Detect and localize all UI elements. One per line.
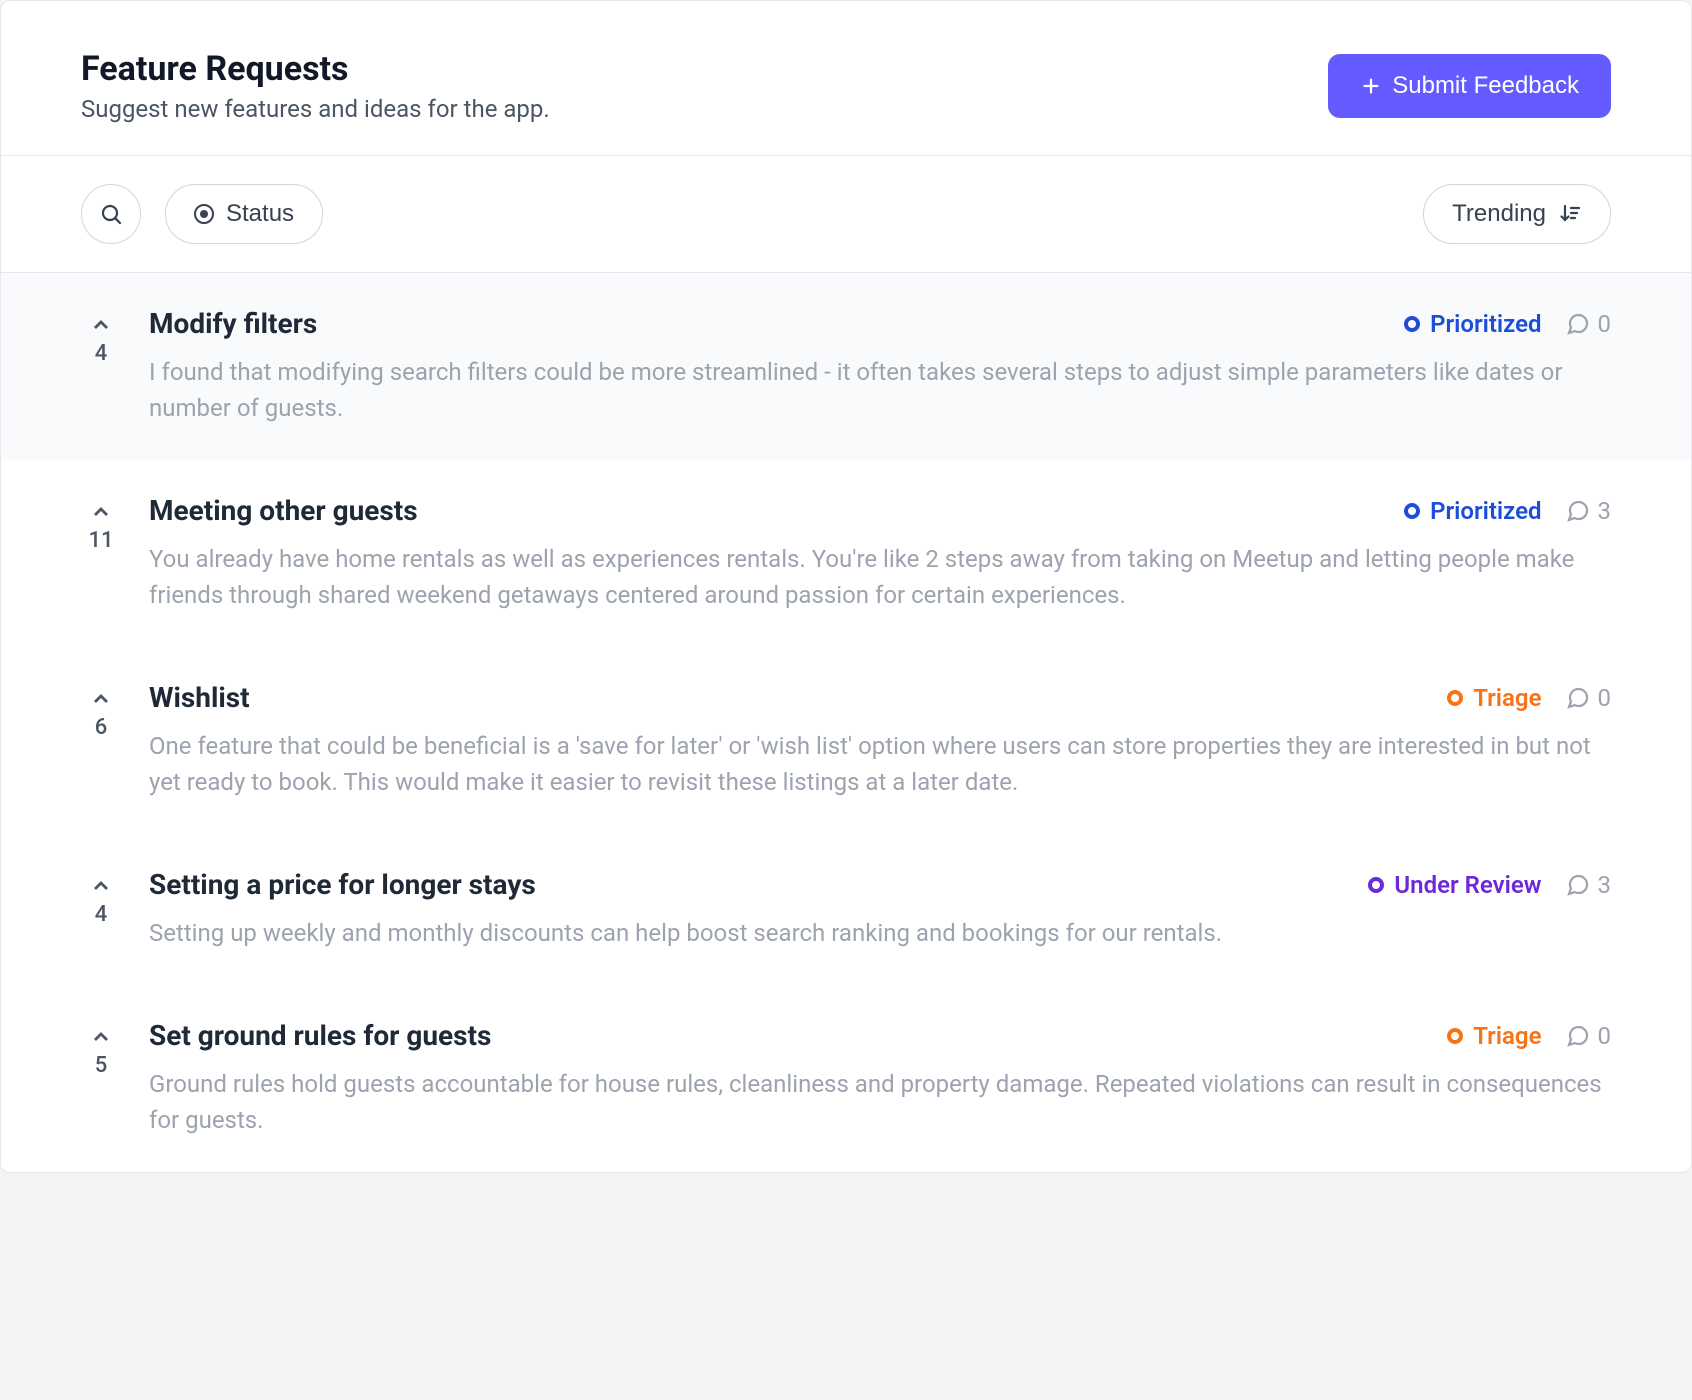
comments-count: 0 bbox=[1598, 684, 1612, 712]
item-content: Meeting other guests Prioritized 3 You alre… bbox=[149, 494, 1611, 613]
upvote-icon[interactable] bbox=[89, 1025, 113, 1049]
feature-request-item[interactable]: 4 Modify filters Prioritized 0 I found that … bbox=[1, 273, 1691, 460]
feature-request-item[interactable]: 11 Meeting other guests Prioritized 3 You al… bbox=[1, 460, 1691, 647]
item-meta: Prioritized 0 bbox=[1404, 310, 1611, 338]
page-title: Feature Requests bbox=[81, 49, 550, 89]
item-meta: Prioritized 3 bbox=[1404, 497, 1611, 525]
comments-count: 0 bbox=[1598, 310, 1612, 338]
item-title: Set ground rules for guests bbox=[149, 1019, 491, 1052]
vote-count: 4 bbox=[95, 902, 108, 927]
item-top-row: Modify filters Prioritized 0 bbox=[149, 307, 1611, 340]
item-description: One feature that could be beneficial is … bbox=[149, 728, 1611, 800]
status-label: Prioritized bbox=[1430, 310, 1541, 338]
comments-count: 0 bbox=[1598, 1022, 1612, 1050]
status-label: Under Review bbox=[1394, 871, 1541, 899]
item-top-row: Setting a price for longer stays Under Re… bbox=[149, 868, 1611, 901]
toolbar-left: Status bbox=[81, 184, 323, 244]
vote-count: 4 bbox=[95, 341, 108, 366]
item-top-row: Wishlist Triage 0 bbox=[149, 681, 1611, 714]
item-description: You already have home rentals as well as… bbox=[149, 541, 1611, 613]
item-title: Wishlist bbox=[149, 681, 250, 714]
header-text: Feature Requests Suggest new features an… bbox=[81, 49, 550, 123]
comments-link[interactable]: 3 bbox=[1566, 497, 1612, 525]
status-filter-button[interactable]: Status bbox=[165, 184, 323, 244]
sort-desc-icon bbox=[1558, 202, 1582, 226]
upvote-icon[interactable] bbox=[89, 687, 113, 711]
vote-column: 4 bbox=[81, 868, 121, 951]
comment-icon bbox=[1566, 873, 1590, 897]
upvote-icon[interactable] bbox=[89, 313, 113, 337]
upvote-icon[interactable] bbox=[89, 500, 113, 524]
vote-column: 11 bbox=[81, 494, 121, 613]
item-content: Modify filters Prioritized 0 I found that m… bbox=[149, 307, 1611, 426]
status-badge: Prioritized bbox=[1404, 310, 1541, 338]
upvote-icon[interactable] bbox=[89, 874, 113, 898]
comments-link[interactable]: 3 bbox=[1566, 871, 1612, 899]
status-dot-icon bbox=[1447, 1028, 1463, 1044]
status-filter-label: Status bbox=[226, 200, 294, 228]
header-row: Feature Requests Suggest new features an… bbox=[1, 1, 1691, 155]
item-content: Setting a price for longer stays Under Re… bbox=[149, 868, 1611, 951]
page-subtitle: Suggest new features and ideas for the a… bbox=[81, 95, 550, 123]
status-dot-icon bbox=[1404, 316, 1420, 332]
vote-count: 5 bbox=[95, 1053, 108, 1078]
search-button[interactable] bbox=[81, 184, 141, 244]
item-title: Modify filters bbox=[149, 307, 317, 340]
submit-feedback-label: Submit Feedback bbox=[1392, 72, 1579, 100]
vote-column: 6 bbox=[81, 681, 121, 800]
item-meta: Triage 0 bbox=[1447, 684, 1611, 712]
status-badge: Triage bbox=[1447, 684, 1541, 712]
status-dot-icon bbox=[1404, 503, 1420, 519]
submit-feedback-button[interactable]: Submit Feedback bbox=[1328, 54, 1611, 118]
comment-icon bbox=[1566, 312, 1590, 336]
feature-requests-panel: Feature Requests Suggest new features an… bbox=[0, 0, 1692, 1173]
vote-column: 5 bbox=[81, 1019, 121, 1138]
item-top-row: Meeting other guests Prioritized 3 bbox=[149, 494, 1611, 527]
item-title: Meeting other guests bbox=[149, 494, 418, 527]
sort-label: Trending bbox=[1452, 200, 1546, 228]
vote-count: 11 bbox=[88, 528, 113, 553]
status-dot-icon bbox=[1368, 877, 1384, 893]
item-content: Set ground rules for guests Triage 0 Ground… bbox=[149, 1019, 1611, 1138]
vote-column: 4 bbox=[81, 307, 121, 426]
item-content: Wishlist Triage 0 One feature that could be… bbox=[149, 681, 1611, 800]
sort-button[interactable]: Trending bbox=[1423, 184, 1611, 244]
status-label: Triage bbox=[1473, 1022, 1541, 1050]
item-description: Setting up weekly and monthly discounts … bbox=[149, 915, 1611, 951]
comments-link[interactable]: 0 bbox=[1566, 684, 1612, 712]
comments-count: 3 bbox=[1598, 497, 1612, 525]
comment-icon bbox=[1566, 499, 1590, 523]
feature-request-item[interactable]: 4 Setting a price for longer stays Under R… bbox=[1, 834, 1691, 985]
vote-count: 6 bbox=[95, 715, 108, 740]
comments-link[interactable]: 0 bbox=[1566, 310, 1612, 338]
status-label: Prioritized bbox=[1430, 497, 1541, 525]
item-meta: Triage 0 bbox=[1447, 1022, 1611, 1050]
item-title: Setting a price for longer stays bbox=[149, 868, 536, 901]
radio-selected-icon bbox=[194, 204, 214, 224]
status-badge: Triage bbox=[1447, 1022, 1541, 1050]
status-badge: Prioritized bbox=[1404, 497, 1541, 525]
status-label: Triage bbox=[1473, 684, 1541, 712]
feature-request-item[interactable]: 5 Set ground rules for guests Triage 0 Groun… bbox=[1, 985, 1691, 1172]
comment-icon bbox=[1566, 1024, 1590, 1048]
comments-count: 3 bbox=[1598, 871, 1612, 899]
item-top-row: Set ground rules for guests Triage 0 bbox=[149, 1019, 1611, 1052]
item-description: Ground rules hold guests accountable for… bbox=[149, 1066, 1611, 1138]
search-icon bbox=[99, 202, 123, 226]
feature-request-list: 4 Modify filters Prioritized 0 I found that … bbox=[1, 273, 1691, 1172]
status-dot-icon bbox=[1447, 690, 1463, 706]
item-description: I found that modifying search filters co… bbox=[149, 354, 1611, 426]
comment-icon bbox=[1566, 686, 1590, 710]
status-badge: Under Review bbox=[1368, 871, 1541, 899]
feature-request-item[interactable]: 6 Wishlist Triage 0 One feature that could b… bbox=[1, 647, 1691, 834]
toolbar: Status Trending bbox=[1, 156, 1691, 272]
item-meta: Under Review 3 bbox=[1368, 871, 1611, 899]
plus-icon bbox=[1360, 75, 1382, 97]
comments-link[interactable]: 0 bbox=[1566, 1022, 1612, 1050]
